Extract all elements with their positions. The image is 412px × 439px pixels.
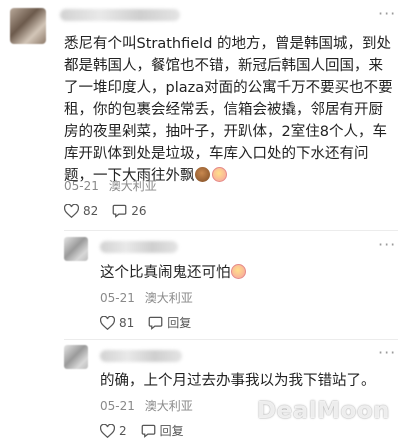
reply-button[interactable]: 26 [112, 204, 147, 218]
comment-location: 澳大利亚 [108, 179, 157, 193]
comment-meta: 05-21 澳大利亚 [64, 179, 163, 193]
like-count: 82 [83, 204, 99, 218]
reply-actions: 81 回复 [100, 314, 205, 331]
reply-label: 回复 [159, 424, 184, 438]
reply-count: 26 [131, 204, 147, 218]
comment-date: 05-21 [64, 179, 99, 193]
reply-text: 的确，上个月过去办事我以为我下错站了。 [100, 373, 376, 389]
like-button[interactable]: 2 [100, 423, 127, 438]
divider [64, 339, 398, 340]
heart-icon [100, 423, 115, 438]
more-options-icon[interactable]: ··· [378, 6, 396, 22]
reply-meta: 05-21 澳大利亚 [100, 291, 199, 305]
avatar[interactable] [64, 237, 88, 261]
comment-bubble-icon [148, 316, 163, 330]
reply-text: 这个比真闹鬼还可怕 [100, 262, 390, 284]
reply-label: 回复 [167, 316, 192, 330]
reply-date: 05-21 [100, 291, 135, 305]
reply-location: 澳大利亚 [144, 291, 193, 305]
comment-bubble-icon [112, 204, 127, 218]
more-options-icon[interactable]: ··· [378, 345, 396, 361]
reply-button[interactable]: 回复 [141, 422, 184, 439]
like-button[interactable]: 82 [64, 204, 98, 218]
username-blurred[interactable] [60, 9, 180, 21]
avatar[interactable] [64, 345, 88, 369]
dealmoon-watermark: DealMoon [257, 398, 390, 424]
username-blurred[interactable] [100, 350, 182, 362]
reply-date: 05-21 [100, 399, 135, 413]
like-count: 2 [119, 423, 127, 438]
heart-icon [100, 315, 115, 330]
reply-button[interactable]: 回复 [148, 314, 191, 331]
poop-emoji-icon [194, 167, 210, 182]
like-button[interactable]: 81 [100, 315, 135, 330]
scared-emoji-icon [211, 167, 227, 182]
comment-actions: 82 26 [64, 204, 161, 218]
avatar[interactable] [10, 8, 46, 44]
reply-location: 澳大利亚 [144, 399, 193, 413]
comment-text: 悉尼有个叫Strathfield 的地方，曾是韩国城，到处都是韩国人，餐馆也不错… [64, 36, 393, 184]
like-count: 81 [119, 315, 135, 330]
divider [64, 230, 398, 231]
more-options-icon[interactable]: ··· [378, 237, 396, 253]
comment-bubble-icon [141, 424, 156, 438]
reply-actions: 2 回复 [100, 422, 198, 439]
username-blurred[interactable] [100, 241, 178, 253]
scared-emoji-icon [230, 264, 246, 279]
heart-icon [64, 204, 79, 218]
reply-meta: 05-21 澳大利亚 [100, 399, 199, 413]
